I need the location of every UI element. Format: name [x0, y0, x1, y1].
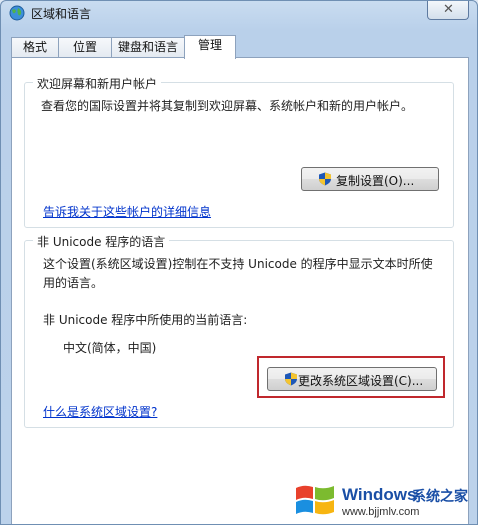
current-language-value: 中文(简体，中国) [63, 341, 157, 355]
tab-keyboards-languages[interactable]: 键盘和语言 [111, 37, 185, 57]
window-title: 区域和语言 [31, 7, 92, 21]
globe-icon [9, 5, 25, 21]
tab-administrative[interactable]: 管理 [184, 35, 236, 59]
account-details-link[interactable]: 告诉我关于这些帐户的详细信息 [43, 203, 211, 222]
system-locale-link[interactable]: 什么是系统区域设置? [43, 403, 157, 422]
current-language-label: 非 Unicode 程序中所使用的当前语言: [43, 313, 248, 327]
windows-logo-icon [296, 485, 334, 515]
welcome-description: 查看您的国际设置并将其复制到欢迎屏幕、系统帐户和新的用户帐户。 [41, 99, 414, 113]
copy-settings-button[interactable]: 复制设置(O)... [301, 167, 439, 191]
region-language-window: 区域和语言 ✕ 格式 位置 键盘和语言 管理 欢迎屏幕和新用户帐户 查看您的国际… [0, 0, 478, 525]
unicode-description-2: 用的语言。 [43, 276, 104, 290]
administrative-panel: 欢迎屏幕和新用户帐户 查看您的国际设置并将其复制到欢迎屏幕、系统帐户和新的用户帐… [11, 57, 469, 524]
watermark-url: www.bjjmlv.com [342, 506, 420, 518]
tab-formats[interactable]: 格式 [11, 37, 59, 57]
unicode-description-1: 这个设置(系统区域设置)控制在不支持 Unicode 的程序中显示文本时所使 [43, 257, 433, 271]
group-title: 欢迎屏幕和新用户帐户 [33, 75, 162, 92]
non-unicode-group: 非 Unicode 程序的语言 这个设置(系统区域设置)控制在不支持 Unico… [24, 233, 454, 428]
watermark-brand: Windows [342, 485, 417, 504]
welcome-screen-group: 欢迎屏幕和新用户帐户 查看您的国际设置并将其复制到欢迎屏幕、系统帐户和新的用户帐… [24, 75, 454, 228]
group-title: 非 Unicode 程序的语言 [33, 233, 170, 250]
title-bar[interactable]: 区域和语言 ✕ [1, 1, 477, 27]
highlight-box [257, 356, 445, 398]
close-icon: ✕ [443, 2, 454, 17]
close-button[interactable]: ✕ [427, 1, 469, 20]
copy-settings-label: 复制设置(O)... [336, 174, 415, 188]
tab-location[interactable]: 位置 [58, 37, 112, 57]
watermark: Windows 系统之家 www.bjjmlv.com [292, 478, 478, 525]
watermark-cn: 系统之家 [412, 489, 468, 505]
uac-shield-icon [319, 172, 331, 186]
